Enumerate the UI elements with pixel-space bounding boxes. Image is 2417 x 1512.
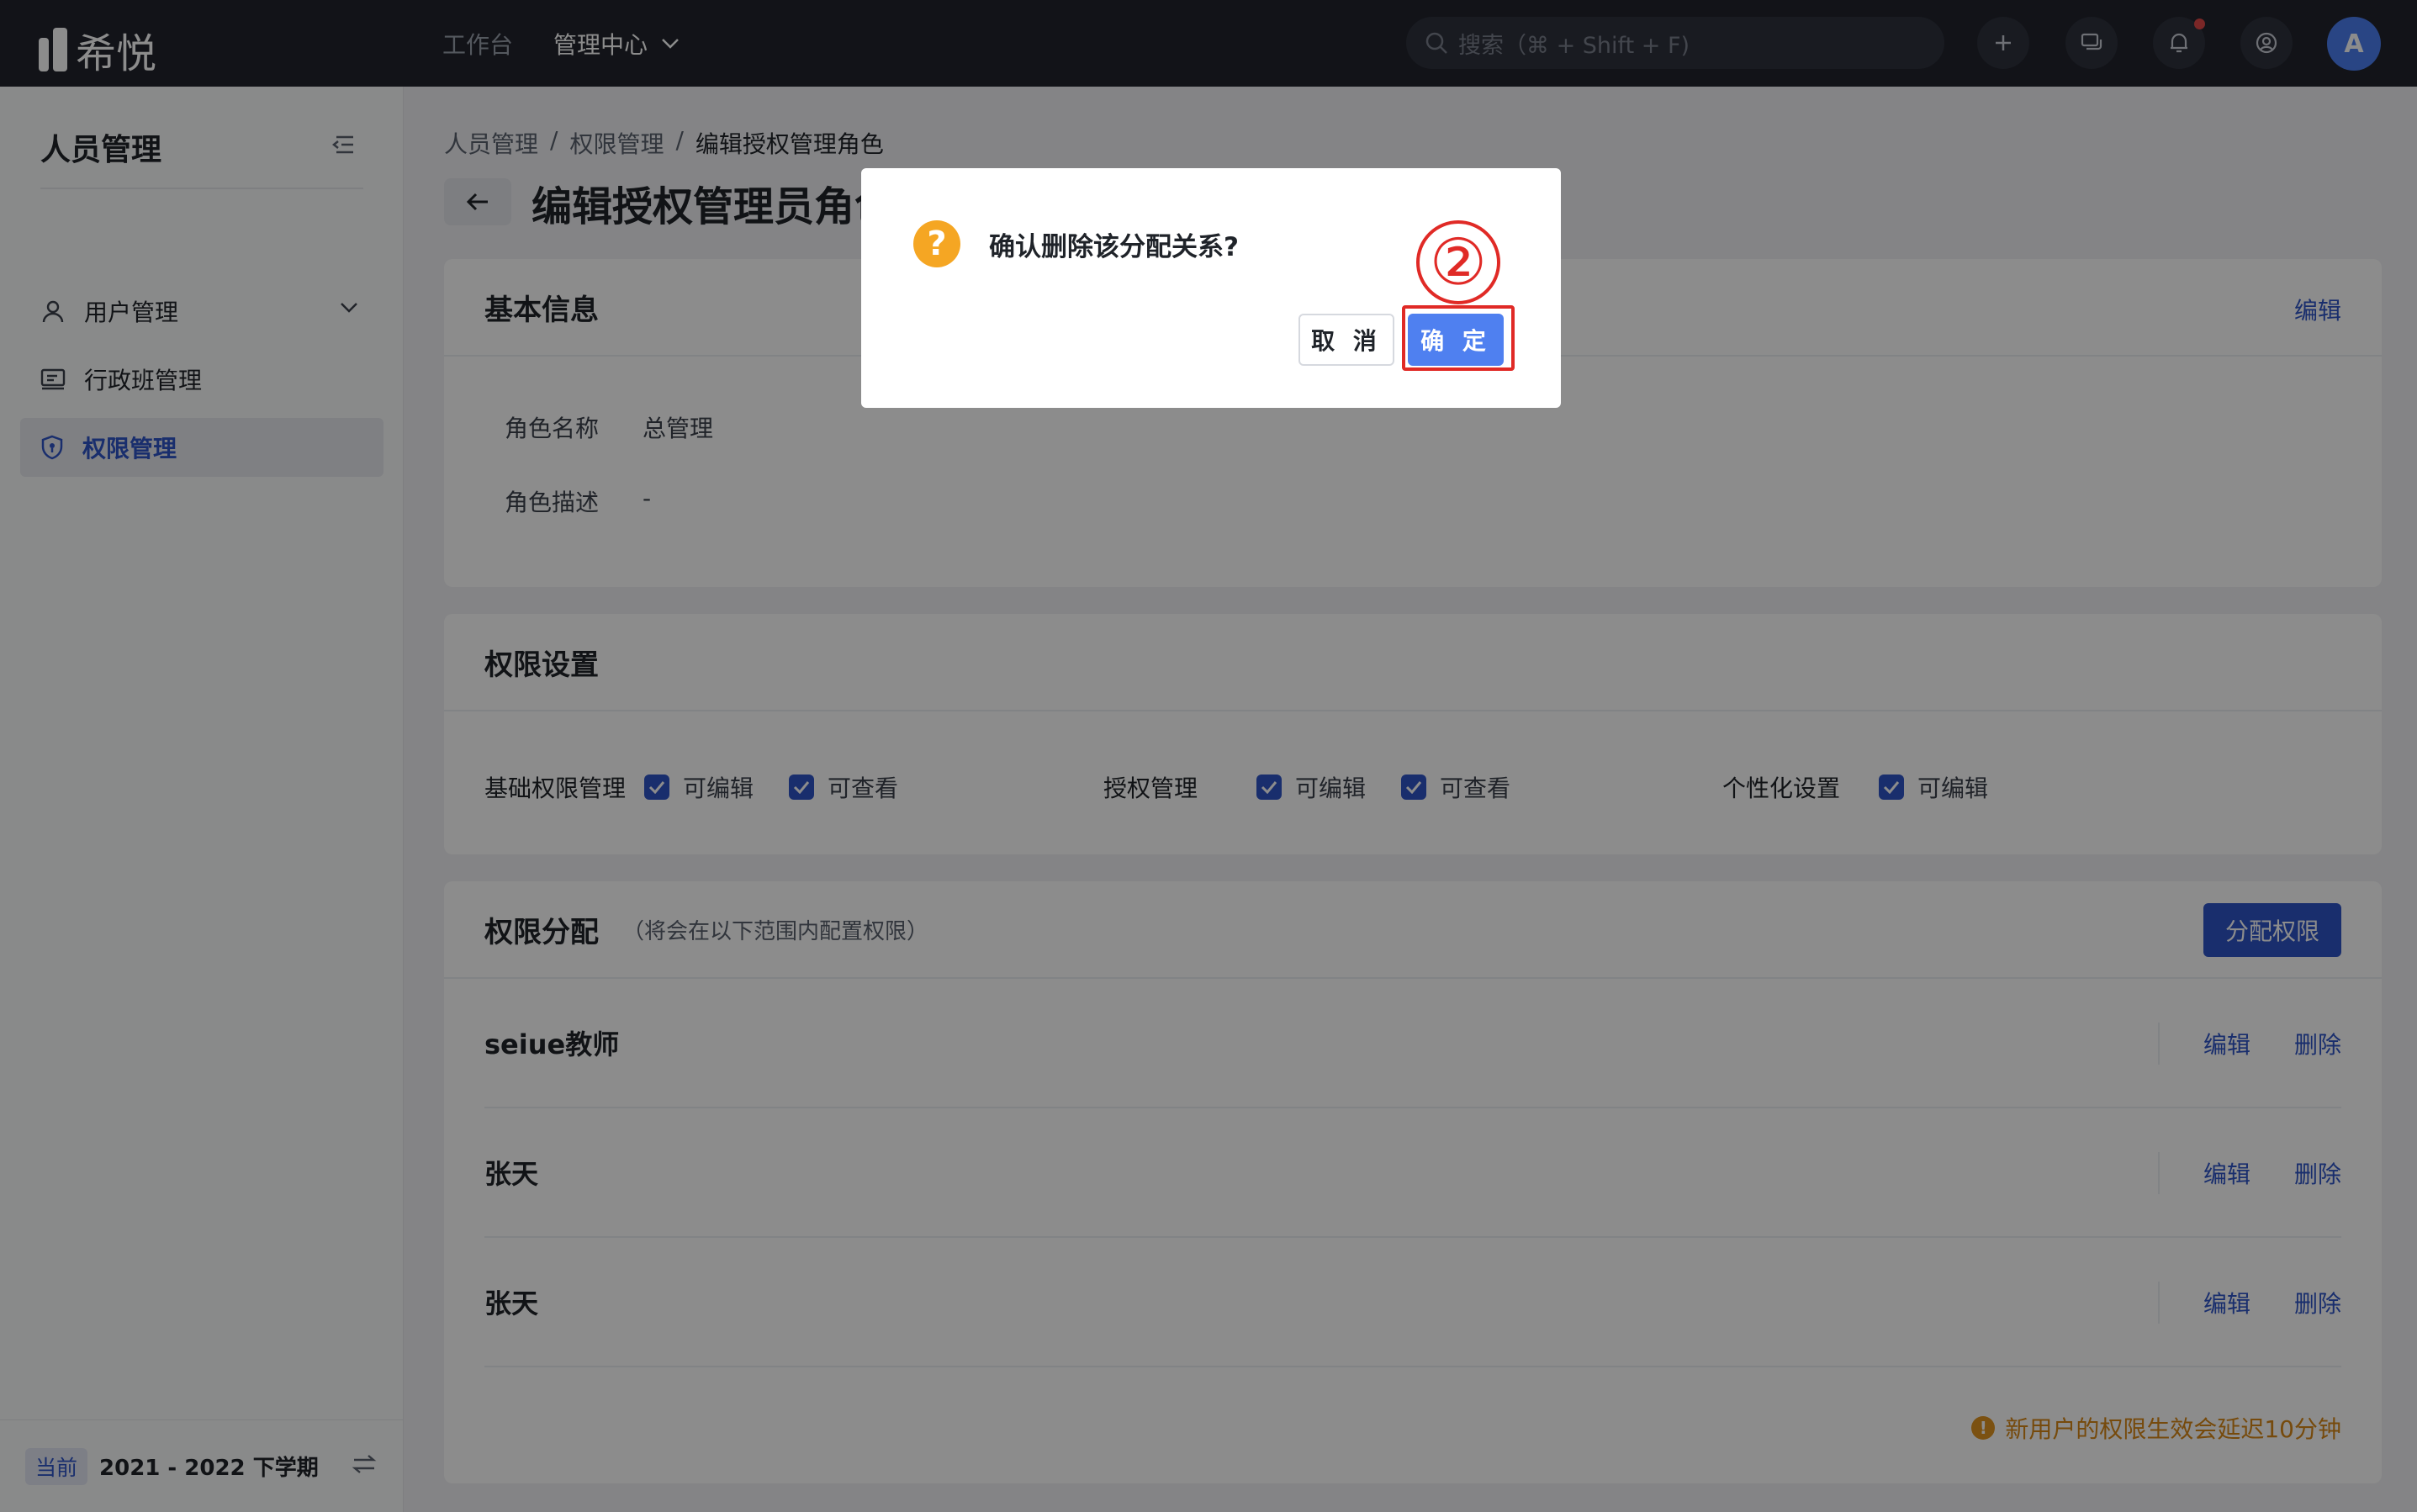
highlight-box bbox=[1402, 305, 1515, 371]
dialog-message: 确认删除该分配关系? bbox=[989, 232, 1239, 262]
question-icon: ? bbox=[913, 220, 960, 267]
cancel-button[interactable]: 取 消 bbox=[1298, 314, 1394, 366]
step-marker: ② bbox=[1416, 220, 1500, 304]
